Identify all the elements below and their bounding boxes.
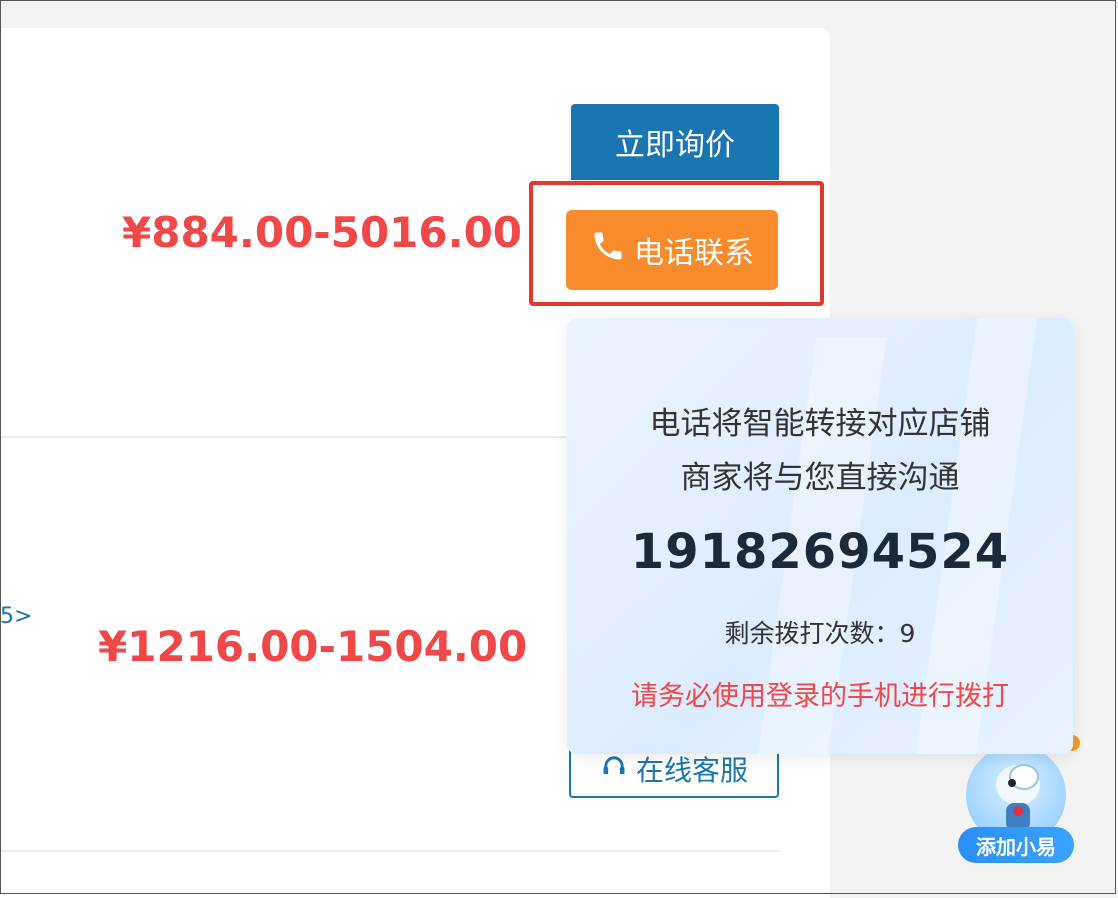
inquiry-button[interactable]: 立即询价	[571, 104, 779, 180]
phone-icon	[590, 228, 626, 272]
remaining-calls: 剩余拨打次数：9	[724, 619, 916, 648]
popup-line-1: 电话将智能转接对应店铺	[649, 406, 991, 442]
phone-popup: 电话将智能转接对应店铺 商家将与您直接沟通 19182694524 剩余拨打次数…	[567, 318, 1073, 754]
phone-number: 19182694524	[630, 524, 1010, 580]
phone-contact-label: 电话联系	[634, 236, 754, 271]
add-assistant-widget[interactable]: 添加小易	[958, 735, 1080, 865]
login-phone-warning: 请务必使用登录的手机进行拨打	[631, 681, 1009, 712]
more-link[interactable]: 5>	[0, 604, 32, 629]
popup-line-2: 商家将与您直接沟通	[680, 460, 960, 496]
phone-contact-button[interactable]: 电话联系	[566, 210, 778, 290]
price-range: ¥1216.00-1504.00	[98, 622, 528, 671]
row-divider	[0, 850, 780, 852]
online-service-label: 在线客服	[635, 754, 748, 787]
price-range: ¥884.00-5016.00	[122, 208, 523, 257]
add-assistant-label: 添加小易	[958, 827, 1074, 863]
headset-icon	[600, 752, 628, 787]
